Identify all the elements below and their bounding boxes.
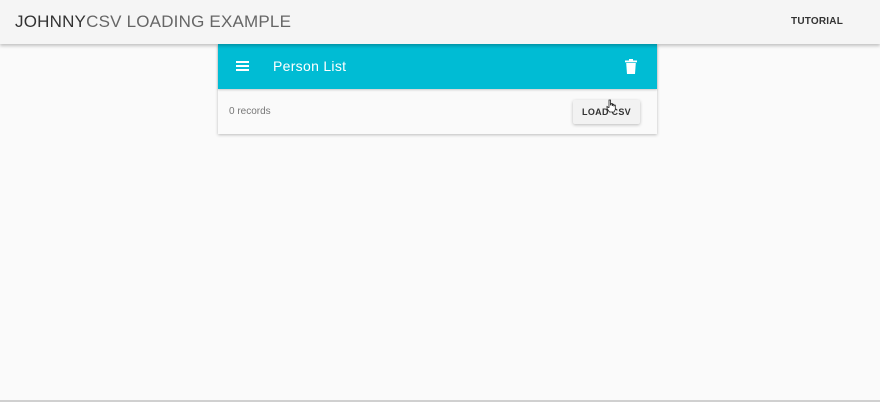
app-bar: JOHNNYCSV LOADING EXAMPLE TUTORIAL — [0, 0, 880, 44]
card-toolbar: Person List — [218, 44, 657, 89]
card-title: Person List — [273, 58, 347, 74]
app-title-strong: JOHNNY — [15, 12, 87, 31]
trash-icon[interactable] — [625, 59, 637, 74]
person-list-card: Person List 0 records LOAD CSV — [218, 44, 657, 134]
app-title: JOHNNYCSV LOADING EXAMPLE — [15, 12, 291, 32]
tutorial-link[interactable]: TUTORIAL — [791, 16, 843, 27]
records-count: 0 records — [229, 106, 271, 117]
hand-cursor-icon — [606, 99, 616, 113]
app-title-light: CSV LOADING EXAMPLE — [86, 12, 292, 31]
menu-icon[interactable] — [236, 61, 249, 72]
